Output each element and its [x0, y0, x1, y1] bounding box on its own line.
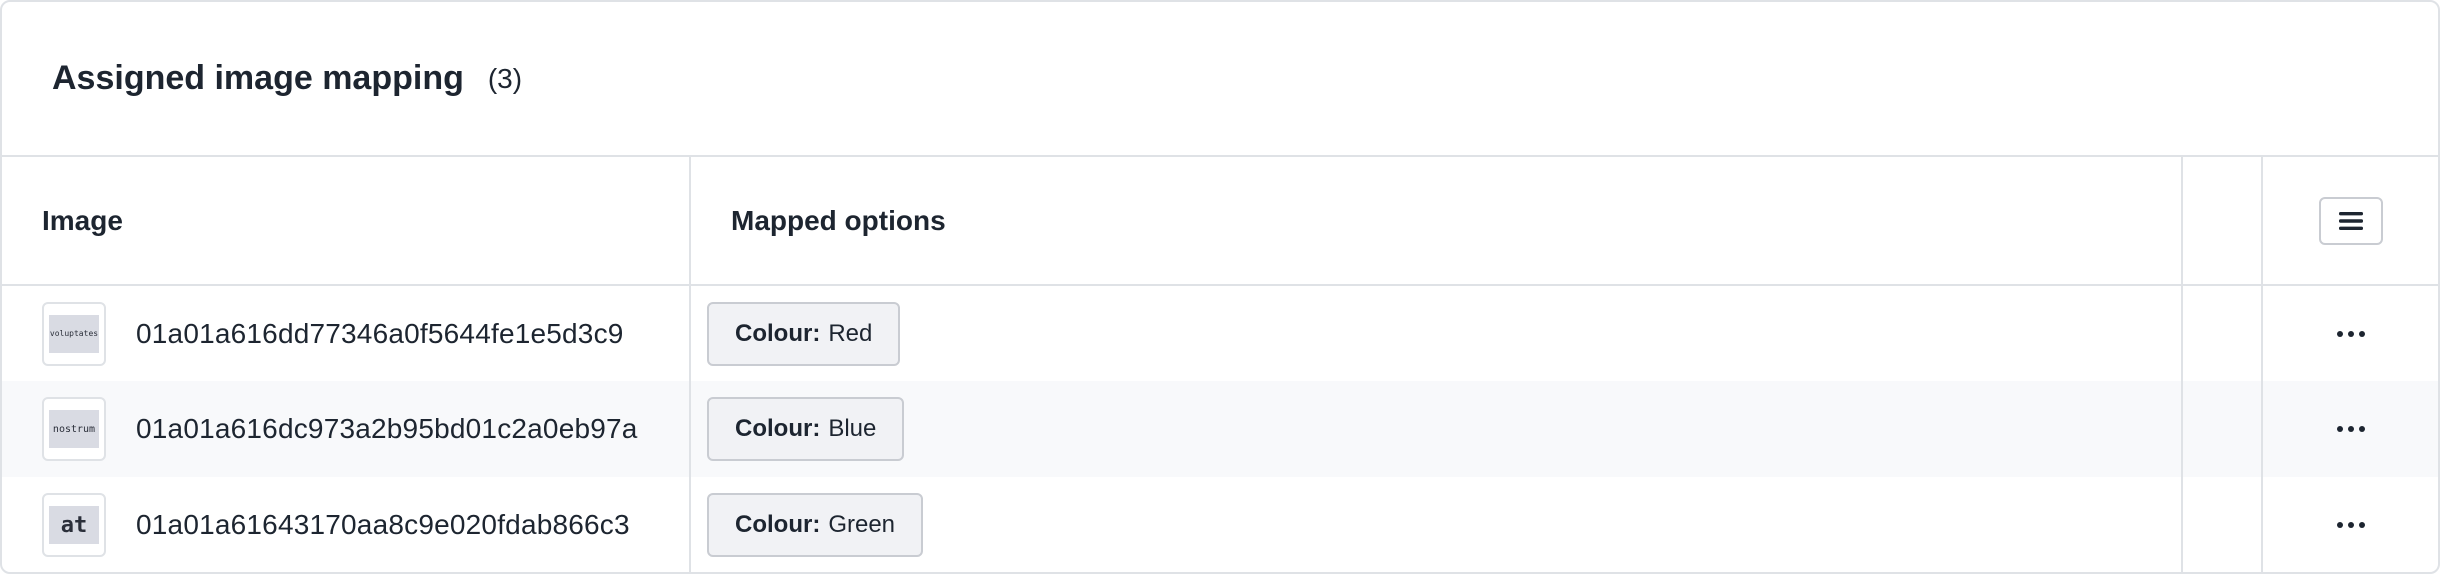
column-header-image[interactable]: Image: [2, 157, 691, 285]
mapped-options-cell: Colour: Blue: [690, 381, 2183, 477]
image-hash: 01a01a61643170aa8c9e020fdab866c3: [136, 509, 630, 540]
column-header-empty: [2182, 157, 2263, 285]
table-row[interactable]: at 01a01a61643170aa8c9e020fdab866c3 Colo…: [2, 477, 2438, 572]
option-tag: Colour: Blue: [707, 397, 905, 461]
table-header-row: Image Mapped options: [2, 157, 2438, 285]
mapped-options-cell: Colour: Green: [690, 477, 2183, 572]
card-header: Assigned image mapping (3): [2, 2, 2438, 157]
option-value: Green: [828, 511, 896, 538]
thumbnail-text: nostrum: [49, 410, 99, 448]
actions-cell: [2262, 285, 2438, 381]
image-hash: 01a01a616dd77346a0f5644fe1e5d3c9: [136, 317, 624, 349]
column-header-mapped-options[interactable]: Mapped options: [690, 157, 2183, 285]
option-tag: Colour: Green: [707, 493, 924, 557]
empty-cell: [2182, 477, 2263, 572]
thumbnail-text: voluptates: [49, 314, 99, 353]
more-horizontal-icon[interactable]: [2263, 330, 2438, 337]
image-cell: at 01a01a61643170aa8c9e020fdab866c3: [2, 477, 691, 572]
actions-cell: [2262, 381, 2438, 477]
image-mapping-card: Assigned image mapping (3) Image Mapped …: [0, 0, 2440, 574]
card-title: Assigned image mapping: [52, 59, 464, 97]
more-horizontal-icon[interactable]: [2263, 426, 2438, 432]
image-thumbnail[interactable]: at: [42, 493, 106, 557]
more-horizontal-icon[interactable]: [2263, 522, 2438, 528]
table-row[interactable]: voluptates 01a01a616dd77346a0f5644fe1e5d…: [2, 285, 2438, 381]
actions-cell: [2262, 477, 2438, 572]
image-thumbnail[interactable]: voluptates: [42, 301, 106, 366]
table-row[interactable]: nostrum 01a01a616dc973a2b95bd01c2a0eb97a…: [2, 381, 2438, 477]
option-key: Colour:: [735, 319, 821, 347]
option-key: Colour:: [735, 415, 821, 442]
option-tag: Colour: Red: [707, 301, 901, 366]
image-cell: voluptates 01a01a616dd77346a0f5644fe1e5d…: [2, 285, 691, 381]
empty-cell: [2182, 285, 2263, 381]
option-value: Blue: [828, 415, 877, 442]
image-hash: 01a01a616dc973a2b95bd01c2a0eb97a: [136, 413, 638, 444]
thumbnail-text: at: [49, 506, 99, 544]
mapped-options-cell: Colour: Red: [690, 285, 2183, 381]
option-value: Red: [828, 319, 873, 347]
option-key: Colour:: [735, 511, 821, 538]
hamburger-menu-icon: [2338, 211, 2363, 230]
column-header-actions: [2262, 157, 2438, 285]
item-count: (3): [487, 62, 523, 94]
mapping-table: Image Mapped options voluptates 01a01a61…: [2, 157, 2438, 572]
empty-cell: [2182, 381, 2263, 477]
column-menu-button[interactable]: [2318, 196, 2383, 245]
image-cell: nostrum 01a01a616dc973a2b95bd01c2a0eb97a: [2, 381, 691, 477]
image-thumbnail[interactable]: nostrum: [42, 397, 106, 461]
